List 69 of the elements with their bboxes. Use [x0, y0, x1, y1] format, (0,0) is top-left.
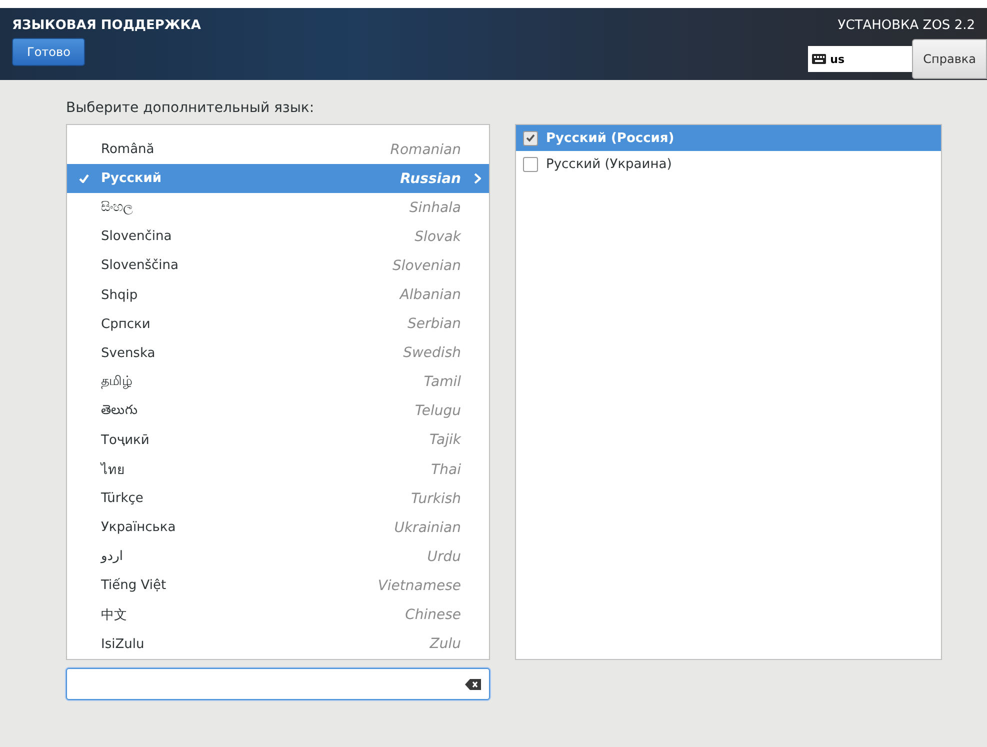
language-native-name: සිංහල	[101, 200, 134, 216]
language-native-name: Türkçe	[101, 491, 144, 506]
language-english-name: Romanian	[390, 142, 462, 158]
language-native-name: Русский	[101, 171, 162, 186]
language-row[interactable]: 中文 Chinese	[67, 600, 489, 630]
language-row[interactable]: Тоҷикӣ Tajik	[67, 426, 489, 456]
language-native-name: Română	[101, 142, 156, 158]
language-english-name: Serbian	[408, 316, 462, 332]
language-native-name: ไทย	[101, 461, 126, 480]
language-native-name: தமிழ்	[101, 374, 133, 390]
locale-label: Русский (Украина)	[546, 156, 672, 172]
language-row[interactable]: IsiZulu Zulu	[67, 630, 489, 659]
language-english-name: Slovenian	[392, 258, 462, 274]
language-row[interactable]: Tiếng Việt Vietnamese	[67, 571, 489, 600]
language-english-name: Albanian	[400, 287, 462, 304]
checkmark-icon	[526, 134, 535, 142]
language-english-name: Swedish	[403, 345, 462, 362]
language-english-name: Tamil	[424, 374, 462, 390]
language-english-name: Turkish	[411, 490, 462, 507]
help-button[interactable]: Справка	[912, 39, 987, 79]
language-native-name: Українська	[101, 520, 177, 536]
language-row[interactable]: සිංහල Sinhala	[67, 193, 489, 222]
language-english-name: Urdu	[427, 548, 462, 565]
checkbox[interactable]	[523, 156, 538, 172]
language-english-name: Sinhala	[409, 200, 462, 216]
language-english-name: Ukrainian	[394, 520, 462, 536]
language-native-name: Slovenščina	[101, 258, 180, 274]
checkmark-icon	[79, 174, 89, 184]
language-english-name: Thai	[431, 462, 462, 478]
page-title: ЯЗЫКОВАЯ ПОДДЕРЖКА	[12, 18, 201, 33]
keyboard-layout-indicator[interactable]: us	[808, 46, 912, 72]
done-button[interactable]: Готово	[12, 38, 86, 66]
clear-icon[interactable]	[465, 678, 481, 690]
language-native-name: Српски	[101, 316, 152, 332]
language-english-name: Telugu	[415, 403, 462, 420]
language-native-name: Tiếng Việt	[101, 578, 168, 594]
chevron-right-icon	[474, 173, 480, 184]
checkbox[interactable]	[523, 130, 538, 146]
language-row[interactable]: Slovenščina Slovenian	[67, 251, 489, 280]
language-row[interactable]: Türkçe Turkish	[67, 484, 489, 514]
language-native-name: తెలుగు	[101, 402, 139, 420]
language-native-name: Тоҷикӣ	[101, 432, 150, 448]
language-native-name: اردو	[101, 549, 124, 564]
language-english-name: Vietnamese	[378, 578, 462, 594]
language-english-name: Russian	[400, 170, 462, 187]
language-english-name: Tajik	[429, 432, 462, 448]
language-english-name: Slovak	[414, 228, 462, 245]
language-row[interactable]: Српски Serbian	[67, 310, 489, 339]
locale-label: Русский (Россия)	[546, 130, 674, 146]
language-native-name: 中文	[101, 607, 128, 624]
language-row[interactable]: Svenska Swedish	[67, 338, 489, 368]
language-native-name: Slovenčina	[101, 229, 173, 244]
product-title: УСТАНОВКА ZOS 2.2	[838, 18, 976, 33]
locale-row[interactable]: Русский (Украина)	[516, 151, 941, 177]
prompt-label: Выберите дополнительный язык:	[66, 100, 316, 116]
language-row[interactable]: Shqip Albanian	[67, 280, 489, 310]
language-row[interactable]: Română Romanian	[67, 135, 489, 164]
language-row[interactable]: ไทย Thai	[67, 455, 489, 484]
language-row[interactable]: Slovenčina Slovak	[67, 222, 489, 252]
language-row[interactable]: తెలుగు Telugu	[67, 396, 489, 426]
language-row[interactable]: Українська Ukrainian	[67, 513, 489, 542]
language-row[interactable]: தமிழ் Tamil	[67, 368, 489, 397]
language-english-name: Chinese	[405, 607, 462, 624]
search-field[interactable]	[66, 668, 490, 700]
language-native-name: Svenska	[101, 346, 156, 361]
keyboard-icon	[812, 54, 826, 64]
language-native-name: IsiZulu	[101, 636, 146, 652]
language-native-name: Shqip	[101, 288, 139, 303]
language-english-name: Zulu	[430, 636, 462, 652]
